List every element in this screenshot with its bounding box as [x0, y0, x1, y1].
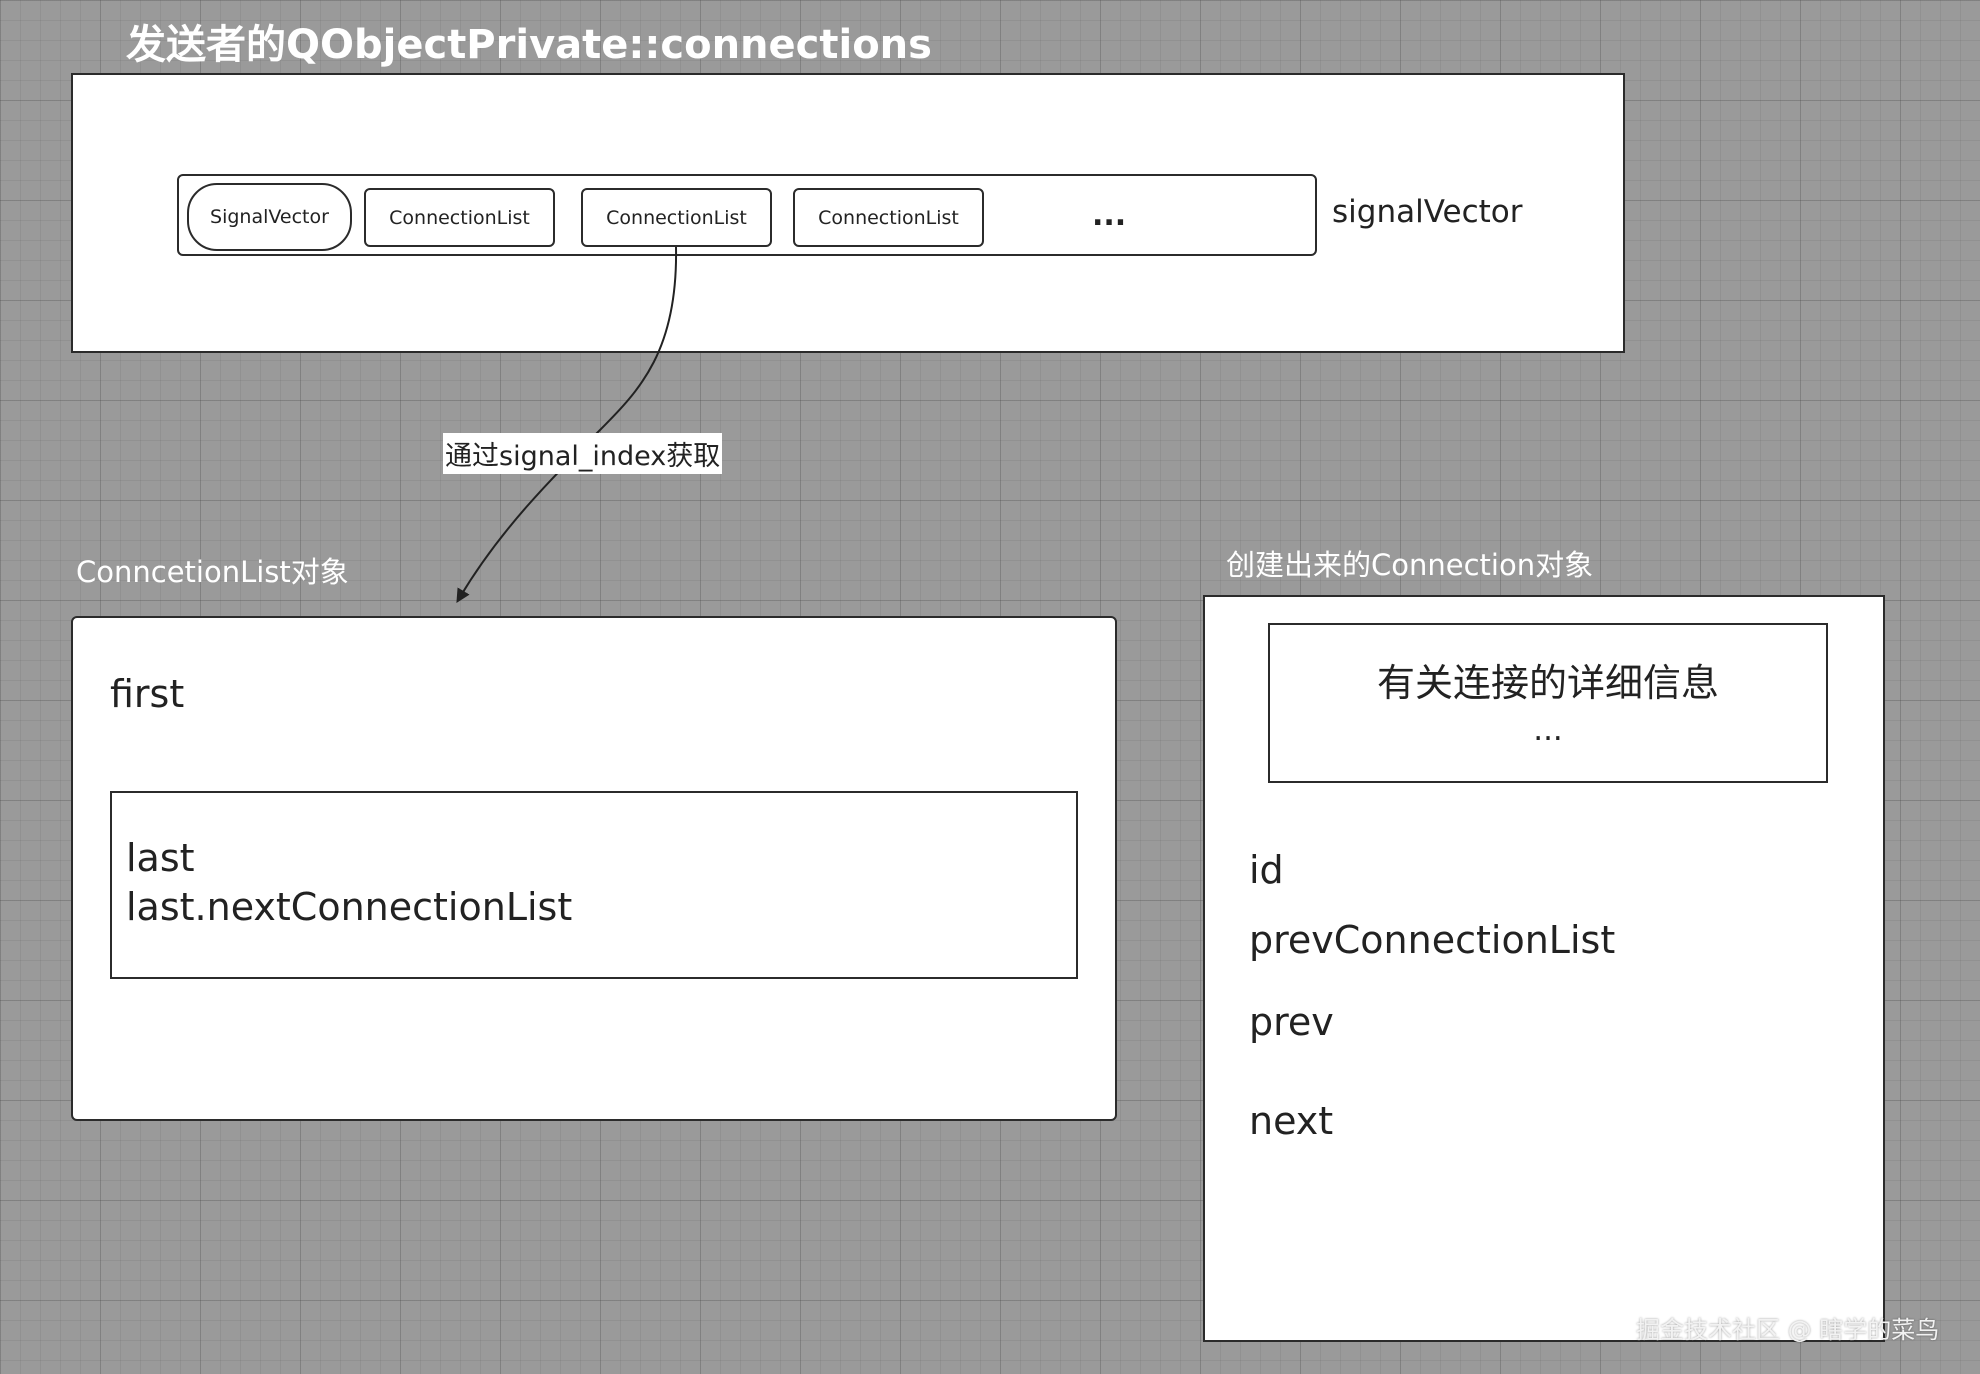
connection-list-heading: ConncetionList对象	[76, 555, 349, 589]
prev-field: prev	[1249, 1000, 1334, 1044]
next-field: next	[1249, 1099, 1334, 1143]
last-field: last	[126, 836, 195, 880]
edge-label: 通过signal_index获取	[443, 433, 723, 474]
connection-heading: 创建出来的Connection对象	[1226, 548, 1594, 582]
last-next-connection-list-field: last.nextConnectionList	[126, 885, 573, 929]
detail-info-text: 有关连接的详细信息	[1376, 661, 1719, 705]
detail-info-ellipsis: ...	[1533, 712, 1563, 748]
diagram-canvas: 发送者的QObjectPrivate::connections SignalVe…	[0, 0, 1980, 1374]
first-field: first	[110, 672, 185, 716]
watermark: 掘金技术社区 @ 瞎学的菜鸟	[1636, 1316, 1940, 1344]
prev-connection-list-field: prevConnectionList	[1249, 918, 1616, 962]
id-field: id	[1249, 848, 1284, 892]
